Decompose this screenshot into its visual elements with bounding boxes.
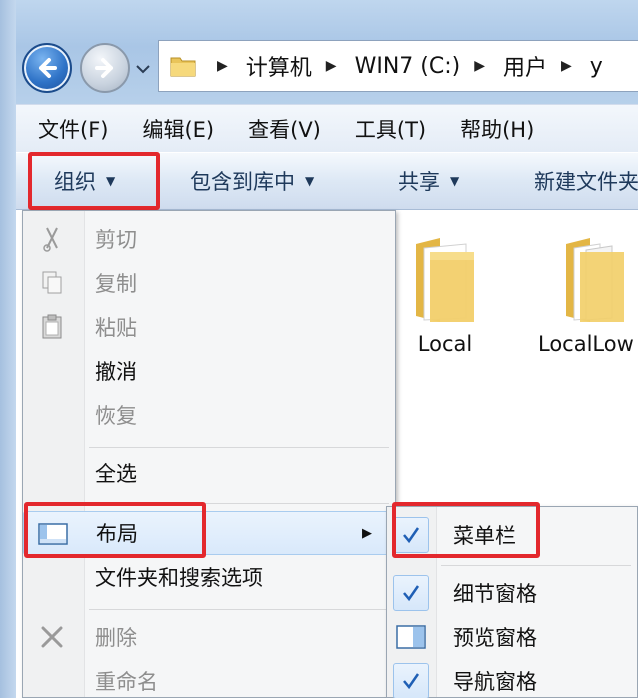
menu-item-label: 复制 [95, 272, 137, 296]
window-left-frame [0, 0, 16, 698]
organize-highlight-box [28, 152, 160, 210]
menu-bar: 文件(F) 编辑(E) 查看(V) 工具(T) 帮助(H) [16, 104, 638, 152]
menu-item-select-all[interactable]: 全选 [23, 451, 395, 495]
arrow-right-icon [95, 58, 113, 78]
submenu-item-label: 预览窗格 [453, 626, 537, 650]
folder-item-local[interactable]: Local [390, 230, 500, 356]
menu-item-folder-options[interactable]: 文件夹和搜索选项 [23, 555, 395, 599]
breadcrumb-computer[interactable]: 计算机 [246, 50, 312, 82]
menu-tools[interactable]: 工具(T) [355, 114, 426, 144]
share-label: 共享 [398, 170, 440, 194]
breadcrumb-separator-icon[interactable]: ▶ [217, 58, 228, 74]
menu-item-label: 重命名 [95, 670, 158, 694]
menu-item-label: 文件夹和搜索选项 [95, 566, 263, 590]
include-in-library-label: 包含到库中 [190, 170, 295, 194]
scissors-icon [37, 225, 67, 253]
folder-icon [170, 57, 196, 77]
menu-item-label: 粘贴 [95, 316, 137, 340]
share-button[interactable]: 共享 ▼ [398, 166, 459, 196]
back-button[interactable] [22, 43, 72, 93]
breadcrumb-user-folder[interactable]: y [590, 54, 603, 79]
menu-file[interactable]: 文件(F) [38, 114, 108, 144]
menu-separator [89, 609, 389, 610]
menu-item-redo[interactable]: 恢复 [23, 393, 395, 437]
submenu-item-details-pane[interactable]: 细节窗格 [387, 571, 637, 615]
menu-item-paste[interactable]: 粘贴 [23, 305, 395, 349]
caret-down-icon: ▼ [450, 174, 460, 188]
arrow-left-icon [39, 58, 57, 78]
organize-menu: 剪切 复制 粘贴 撤消 恢复 全选 布局 ▶ 文件夹和搜索选项 删除 重命名 [22, 210, 396, 698]
menu-item-copy[interactable]: 复制 [23, 261, 395, 305]
menu-bar-option-highlight-box [392, 502, 540, 558]
menu-item-delete[interactable]: 删除 [23, 615, 395, 659]
new-folder-label: 新建文件夹 [534, 170, 638, 194]
menu-separator [441, 565, 631, 566]
breadcrumb-separator-icon[interactable]: ▶ [561, 58, 572, 74]
menu-item-label: 删除 [95, 626, 137, 650]
checkmark-icon [393, 663, 429, 698]
submenu-item-preview-pane[interactable]: 预览窗格 [387, 615, 637, 659]
submenu-item-label: 细节窗格 [453, 582, 537, 606]
menu-item-undo[interactable]: 撤消 [23, 349, 395, 393]
preview-pane-icon [393, 619, 429, 655]
menu-item-cut[interactable]: 剪切 [23, 217, 395, 261]
submenu-item-navigation-pane[interactable]: 导航窗格 [387, 659, 637, 698]
folder-icon [566, 238, 624, 322]
breadcrumb-separator-icon[interactable]: ▶ [474, 58, 485, 74]
paste-icon [37, 313, 67, 341]
menu-separator [89, 447, 389, 448]
submenu-arrow-icon: ▶ [362, 525, 372, 541]
breadcrumb-separator-icon[interactable]: ▶ [326, 58, 337, 74]
breadcrumb-drive-c[interactable]: WIN7 (C:) [355, 54, 461, 79]
folder-item-locallow[interactable]: LocalLow [538, 230, 638, 356]
menu-item-label: 恢复 [95, 404, 137, 428]
breadcrumb-users[interactable]: 用户 [503, 50, 547, 82]
caret-down-icon: ▼ [305, 174, 315, 188]
checkmark-icon [393, 575, 429, 611]
copy-icon [37, 269, 67, 297]
menu-item-label: 全选 [95, 462, 137, 486]
menu-item-rename[interactable]: 重命名 [23, 659, 395, 698]
address-bar[interactable]: ▶ 计算机 ▶ WIN7 (C:) ▶ 用户 ▶ y [158, 40, 638, 92]
menu-item-label: 剪切 [95, 228, 137, 252]
folder-icon [416, 238, 474, 322]
include-in-library-button[interactable]: 包含到库中 ▼ [190, 166, 314, 196]
submenu-item-label: 导航窗格 [453, 670, 537, 694]
new-folder-button[interactable]: 新建文件夹 [534, 166, 638, 196]
menu-edit[interactable]: 编辑(E) [142, 114, 214, 144]
folder-name: LocalLow [538, 332, 634, 356]
forward-button[interactable] [80, 43, 130, 93]
menu-view[interactable]: 查看(V) [248, 114, 321, 144]
menu-help[interactable]: 帮助(H) [460, 114, 534, 144]
recent-pages-chevron-icon[interactable] [134, 60, 152, 78]
folder-name: Local [417, 332, 473, 356]
layout-highlight-box [24, 502, 206, 558]
delete-icon [37, 623, 67, 651]
menu-item-label: 撤消 [95, 360, 137, 384]
